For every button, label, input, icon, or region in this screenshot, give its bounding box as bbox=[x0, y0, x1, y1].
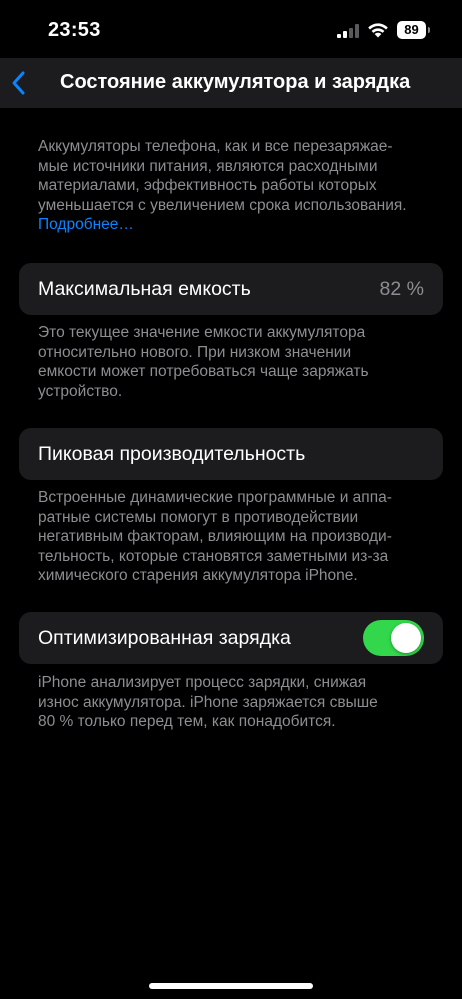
description-line: Встроенные динамические программные и ап… bbox=[38, 489, 392, 506]
peak-performance-description: Встроенные динамические программные и ап… bbox=[38, 488, 428, 586]
intro-line: материалами, эффективность работы которы… bbox=[38, 177, 377, 194]
description-line: iPhone анализирует процесс зарядки, сниж… bbox=[38, 674, 367, 691]
status-bar: 23:53 89 bbox=[0, 0, 462, 60]
description-line: относительно нового. При низком значении bbox=[38, 343, 352, 361]
intro-line: уменьшается с увеличением срока использо… bbox=[38, 196, 407, 214]
learn-more-link[interactable]: Подробнее… bbox=[38, 215, 428, 235]
battery-nub bbox=[428, 27, 430, 33]
description-line: Это текущее значение емкости аккумулятор… bbox=[38, 324, 366, 341]
toggle-knob bbox=[391, 623, 421, 653]
description-line: емкости может потребоваться чаще заряжат… bbox=[38, 363, 369, 380]
wifi-icon bbox=[368, 23, 388, 38]
description-line: 80 % только перед тем, как понадобится. bbox=[38, 713, 336, 730]
optimized-charging-row: Оптимизированная зарядка bbox=[19, 612, 443, 664]
description-line: износ аккумулятора. iPhone заряжается св… bbox=[38, 693, 378, 711]
intro-line: мые источники питания, являются расходны… bbox=[38, 157, 378, 175]
page-title: Состояние аккумулятора и зарядка bbox=[60, 71, 411, 93]
intro-description: Аккумуляторы телефона, как и все перезар… bbox=[38, 137, 428, 235]
peak-performance-label: Пиковая производительность bbox=[38, 443, 306, 465]
description-line: химического старения аккумулятора iPhone… bbox=[38, 567, 358, 584]
peak-performance-row: Пиковая производительность bbox=[19, 428, 443, 480]
navigation-bar: Состояние аккумулятора и зарядка bbox=[0, 58, 462, 108]
description-line: негативным факторам, влияющим на произво… bbox=[38, 528, 392, 545]
home-indicator[interactable] bbox=[149, 983, 313, 989]
max-capacity-row: Максимальная емкость 82 % bbox=[19, 263, 443, 315]
max-capacity-description: Это текущее значение емкости аккумулятор… bbox=[38, 323, 428, 401]
status-time: 23:53 bbox=[48, 19, 101, 41]
max-capacity-label: Максимальная емкость bbox=[38, 278, 251, 300]
max-capacity-value: 82 % bbox=[379, 278, 424, 300]
description-line: устройство. bbox=[38, 382, 123, 400]
intro-line: Аккумуляторы телефона, как и все перезар… bbox=[38, 138, 393, 155]
description-line: тельность, которые становятся заметными … bbox=[38, 547, 389, 565]
battery-icon: 89 bbox=[397, 21, 431, 39]
chevron-left-icon[interactable] bbox=[8, 68, 32, 98]
battery-level: 89 bbox=[397, 21, 426, 39]
optimized-charging-label: Оптимизированная зарядка bbox=[38, 627, 291, 649]
optimized-charging-description: iPhone анализирует процесс зарядки, сниж… bbox=[38, 673, 428, 732]
cellular-signal-icon bbox=[337, 24, 359, 38]
description-line: ратные системы помогут в противодействии bbox=[38, 508, 359, 526]
optimized-charging-toggle[interactable] bbox=[363, 620, 424, 656]
